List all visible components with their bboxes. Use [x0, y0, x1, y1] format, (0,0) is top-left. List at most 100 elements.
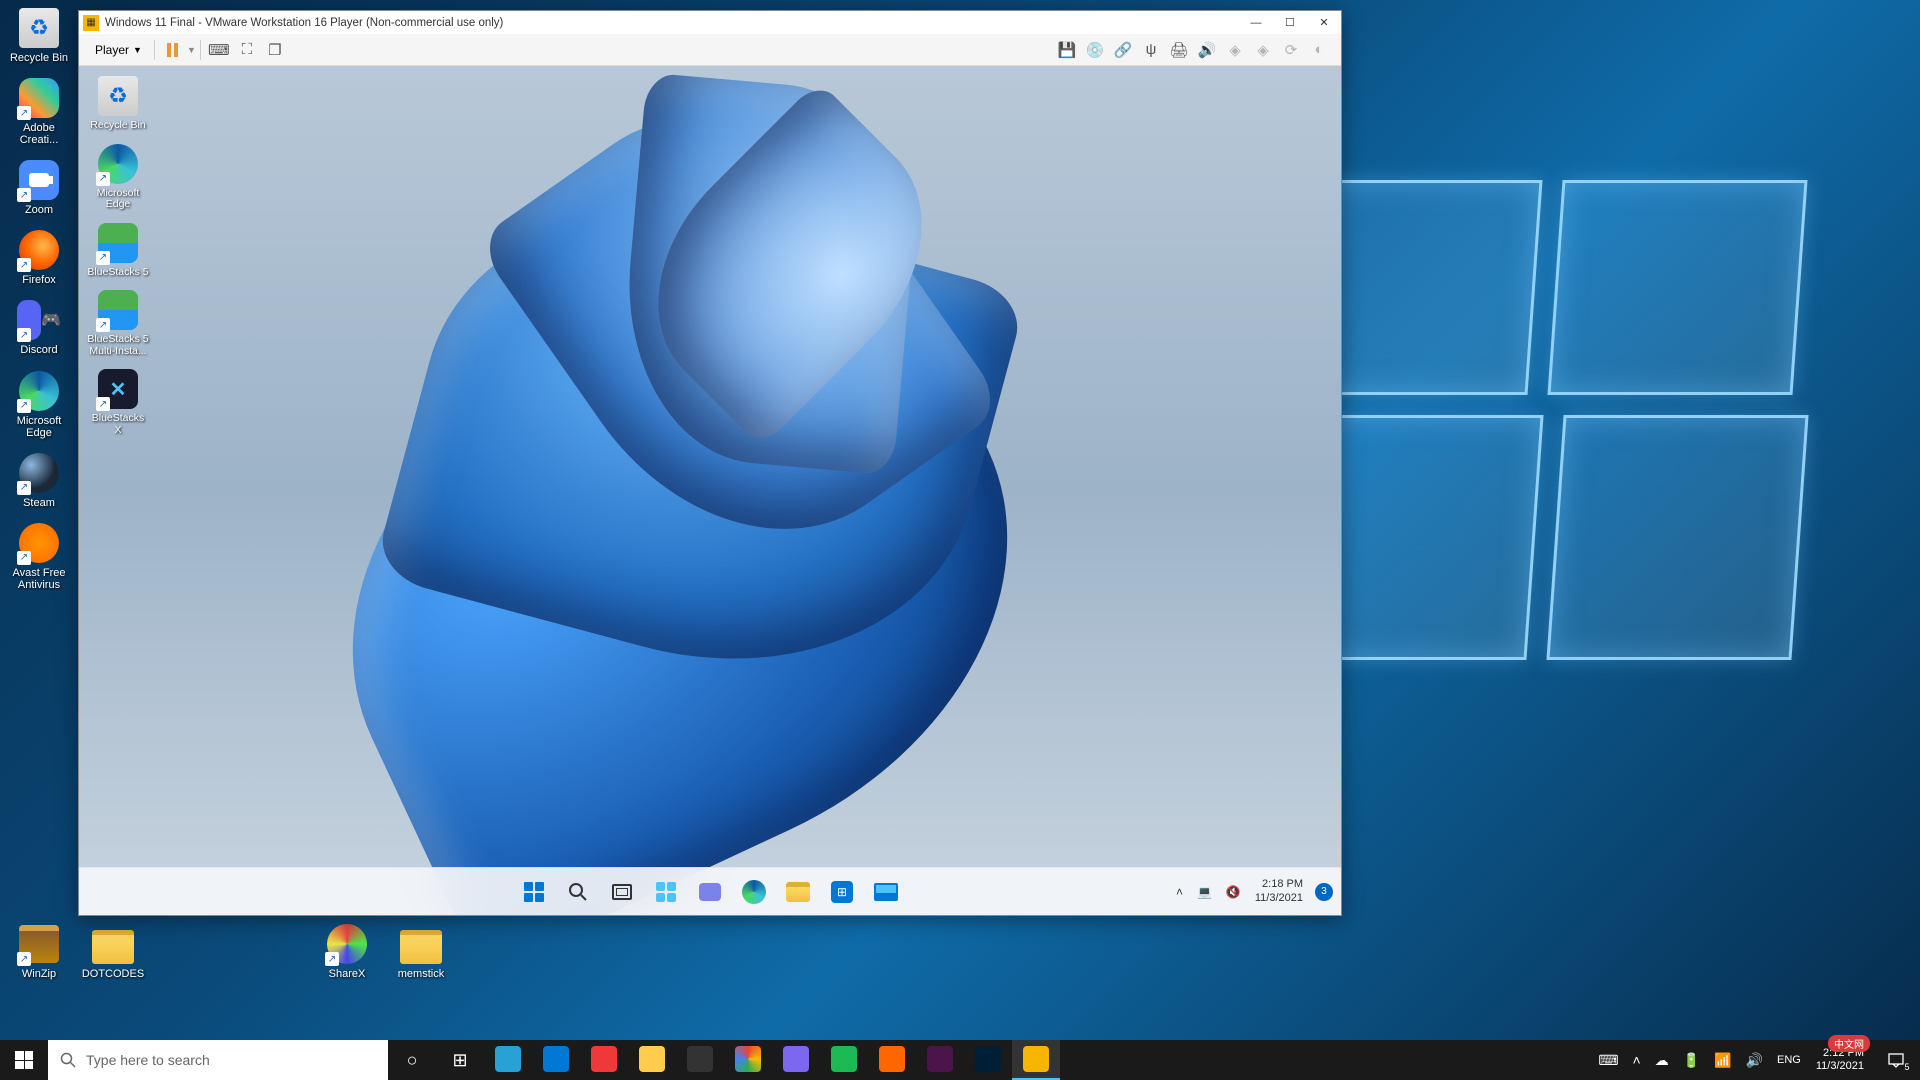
bin-icon: [96, 74, 140, 118]
news-widget[interactable]: 中文网: [1828, 1035, 1870, 1052]
sharex-icon: ↗: [325, 922, 369, 966]
edge-icon: ↗: [17, 369, 61, 413]
tray-chevron-icon[interactable]: ˄: [1626, 1040, 1648, 1080]
tray-lang-icon[interactable]: ENG: [1770, 1040, 1808, 1080]
guest-taskbar-file-explorer[interactable]: [778, 872, 818, 912]
win11-bloom-wallpaper: [260, 94, 1160, 854]
device-sound-icon[interactable]: 🔊: [1193, 36, 1221, 64]
start-button[interactable]: [0, 1040, 48, 1080]
desktop-icon-label: memstick: [398, 968, 444, 980]
desktop-icon-steam[interactable]: ↗ Steam: [4, 449, 74, 511]
desktop-icon-recycle-bin[interactable]: Recycle Bin: [4, 4, 74, 66]
taskbar-app-store[interactable]: [484, 1040, 532, 1080]
desktop-icon-label: Firefox: [22, 274, 56, 286]
tray-onedrive-icon[interactable]: ☁: [1648, 1040, 1676, 1080]
taskbar-app-cortana[interactable]: ○: [388, 1040, 436, 1080]
vmware-title-text: Windows 11 Final - VMware Workstation 16…: [105, 17, 503, 29]
winzip-icon: ↗: [17, 922, 61, 966]
guest-tray-chevron-icon[interactable]: ˄: [1170, 881, 1189, 903]
desktop-icon-dotcodes[interactable]: DOTCODES: [78, 920, 148, 982]
taskbar-app-slack[interactable]: [916, 1040, 964, 1080]
desktop-icon-bluestacks-5-multi-insta-[interactable]: ↗ BlueStacks 5 Multi-Insta...: [85, 286, 151, 359]
guest-taskbar-task-view[interactable]: [602, 872, 642, 912]
guest-taskbar-store[interactable]: ⊞: [822, 872, 862, 912]
desktop-icon-sharex[interactable]: ↗ ShareX: [312, 920, 382, 982]
power-dropdown[interactable]: ▼: [187, 45, 196, 55]
unity-button[interactable]: ❐: [261, 36, 289, 64]
pause-vm-button[interactable]: [159, 36, 187, 64]
guest-clock[interactable]: 2:18 PM 11/3/2021: [1249, 878, 1309, 904]
tray-volume-icon[interactable]: 🔊: [1739, 1040, 1770, 1080]
device-disabled-2-icon: ◈: [1249, 36, 1277, 64]
desktop-icon-label: DOTCODES: [82, 968, 144, 980]
maximize-button[interactable]: ☐: [1273, 11, 1307, 34]
guest-taskbar-search[interactable]: [558, 872, 598, 912]
guest-taskbar-widgets[interactable]: [646, 872, 686, 912]
guest-taskbar-mail[interactable]: [866, 872, 906, 912]
vmware-toolbar: Player ▼ ▼ ⌨ ⛶ ❐ 💾 💿 🔗 ψ 🖨 🔊 ◈ ◈ ⟳ ◐: [79, 34, 1341, 66]
taskbar-app-vivaldi[interactable]: [580, 1040, 628, 1080]
taskbar-app-mail[interactable]: [532, 1040, 580, 1080]
guest-taskbar-edge[interactable]: [734, 872, 774, 912]
vmware-titlebar[interactable]: ▦ Windows 11 Final - VMware Workstation …: [79, 11, 1341, 34]
taskbar-app-firefox[interactable]: [868, 1040, 916, 1080]
desktop-icon-winzip[interactable]: ↗ WinZip: [4, 920, 74, 982]
device-usb-icon[interactable]: ψ: [1137, 36, 1165, 64]
guest-taskbar-chat[interactable]: [690, 872, 730, 912]
desktop-icon-firefox[interactable]: ↗ Firefox: [4, 226, 74, 288]
device-network-icon[interactable]: 🔗: [1109, 36, 1137, 64]
guest-tray-volume-icon[interactable]: 🔇: [1220, 881, 1247, 903]
send-ctrl-alt-del-button[interactable]: ⌨: [205, 36, 233, 64]
steam-icon: ↗: [17, 451, 61, 495]
desktop-icon-label: Steam: [23, 497, 55, 509]
desktop-icon-zoom[interactable]: ↗ Zoom: [4, 156, 74, 218]
guest-taskbar: ⊞ ˄ 💻 🔇 2:18 PM 11/3/2021 3: [79, 867, 1341, 915]
desktop-icon-label: BlueStacks 5: [87, 267, 148, 279]
taskbar-app-photoshop[interactable]: [964, 1040, 1012, 1080]
guest-desktop[interactable]: Recycle Bin ↗ Microsoft Edge ↗ BlueStack…: [79, 66, 1341, 915]
zoom-icon: ↗: [17, 158, 61, 202]
desktop-icon-memstick[interactable]: memstick: [386, 920, 456, 982]
desktop-icon-recycle-bin[interactable]: Recycle Bin: [85, 72, 151, 134]
guest-taskbar-start[interactable]: [514, 872, 554, 912]
device-hdd-icon[interactable]: 💾: [1053, 36, 1081, 64]
bsx-icon: ↗: [96, 367, 140, 411]
device-cd-icon[interactable]: 💿: [1081, 36, 1109, 64]
taskbar-app-task-view[interactable]: ⊞: [436, 1040, 484, 1080]
minimize-button[interactable]: —: [1239, 11, 1273, 34]
taskbar-app-cortana2[interactable]: [772, 1040, 820, 1080]
win10-logo-wallpaper: [1320, 180, 1840, 700]
search-placeholder: Type here to search: [86, 1052, 210, 1068]
taskbar-app-file-explorer[interactable]: [628, 1040, 676, 1080]
desktop-icon-bluestacks-x[interactable]: ↗ BlueStacks X: [85, 365, 151, 438]
desktop-icon-label: Recycle Bin: [90, 120, 145, 132]
guest-tray-status-icon[interactable]: 💻: [1191, 881, 1218, 903]
folder-icon: [399, 922, 443, 966]
desktop-icon-label: WinZip: [22, 968, 56, 980]
desktop-icon-microsoft-edge[interactable]: ↗ Microsoft Edge: [85, 140, 151, 213]
action-center-button[interactable]: 5: [1872, 1040, 1920, 1080]
search-input[interactable]: Type here to search: [48, 1040, 388, 1080]
desktop-icon-discord[interactable]: ↗ 🎮 Discord: [4, 296, 74, 358]
desktop-icon-bluestacks-5[interactable]: ↗ BlueStacks 5: [85, 219, 151, 281]
guest-notification-badge[interactable]: 3: [1315, 883, 1333, 901]
tray-ime-icon[interactable]: ⌨: [1591, 1040, 1625, 1080]
close-button[interactable]: ✕: [1307, 11, 1341, 34]
desktop-icon-label: Zoom: [25, 204, 53, 216]
taskbar-app-vmware[interactable]: [1012, 1040, 1060, 1080]
fullscreen-button[interactable]: ⛶: [233, 36, 261, 64]
taskbar-app-spotify[interactable]: [820, 1040, 868, 1080]
taskbar-app-chrome[interactable]: [724, 1040, 772, 1080]
taskbar-app-app-dark[interactable]: [676, 1040, 724, 1080]
tray-battery-icon[interactable]: 🔋: [1676, 1040, 1707, 1080]
tray-wifi-icon[interactable]: 📶: [1707, 1040, 1738, 1080]
desktop-icon-label: Avast Free Antivirus: [6, 567, 72, 591]
desktop-icon-label: Microsoft Edge: [6, 415, 72, 439]
desktop-icon-avast-free-antivirus[interactable]: ↗ Avast Free Antivirus: [4, 519, 74, 593]
vmware-window: ▦ Windows 11 Final - VMware Workstation …: [78, 10, 1342, 916]
player-menu[interactable]: Player ▼: [87, 39, 150, 61]
device-disabled-3-icon: ⟳: [1277, 36, 1305, 64]
device-printer-icon[interactable]: 🖨: [1165, 36, 1193, 64]
desktop-icon-microsoft-edge[interactable]: ↗ Microsoft Edge: [4, 367, 74, 441]
desktop-icon-adobe-creati-[interactable]: ↗ Adobe Creati...: [4, 74, 74, 148]
